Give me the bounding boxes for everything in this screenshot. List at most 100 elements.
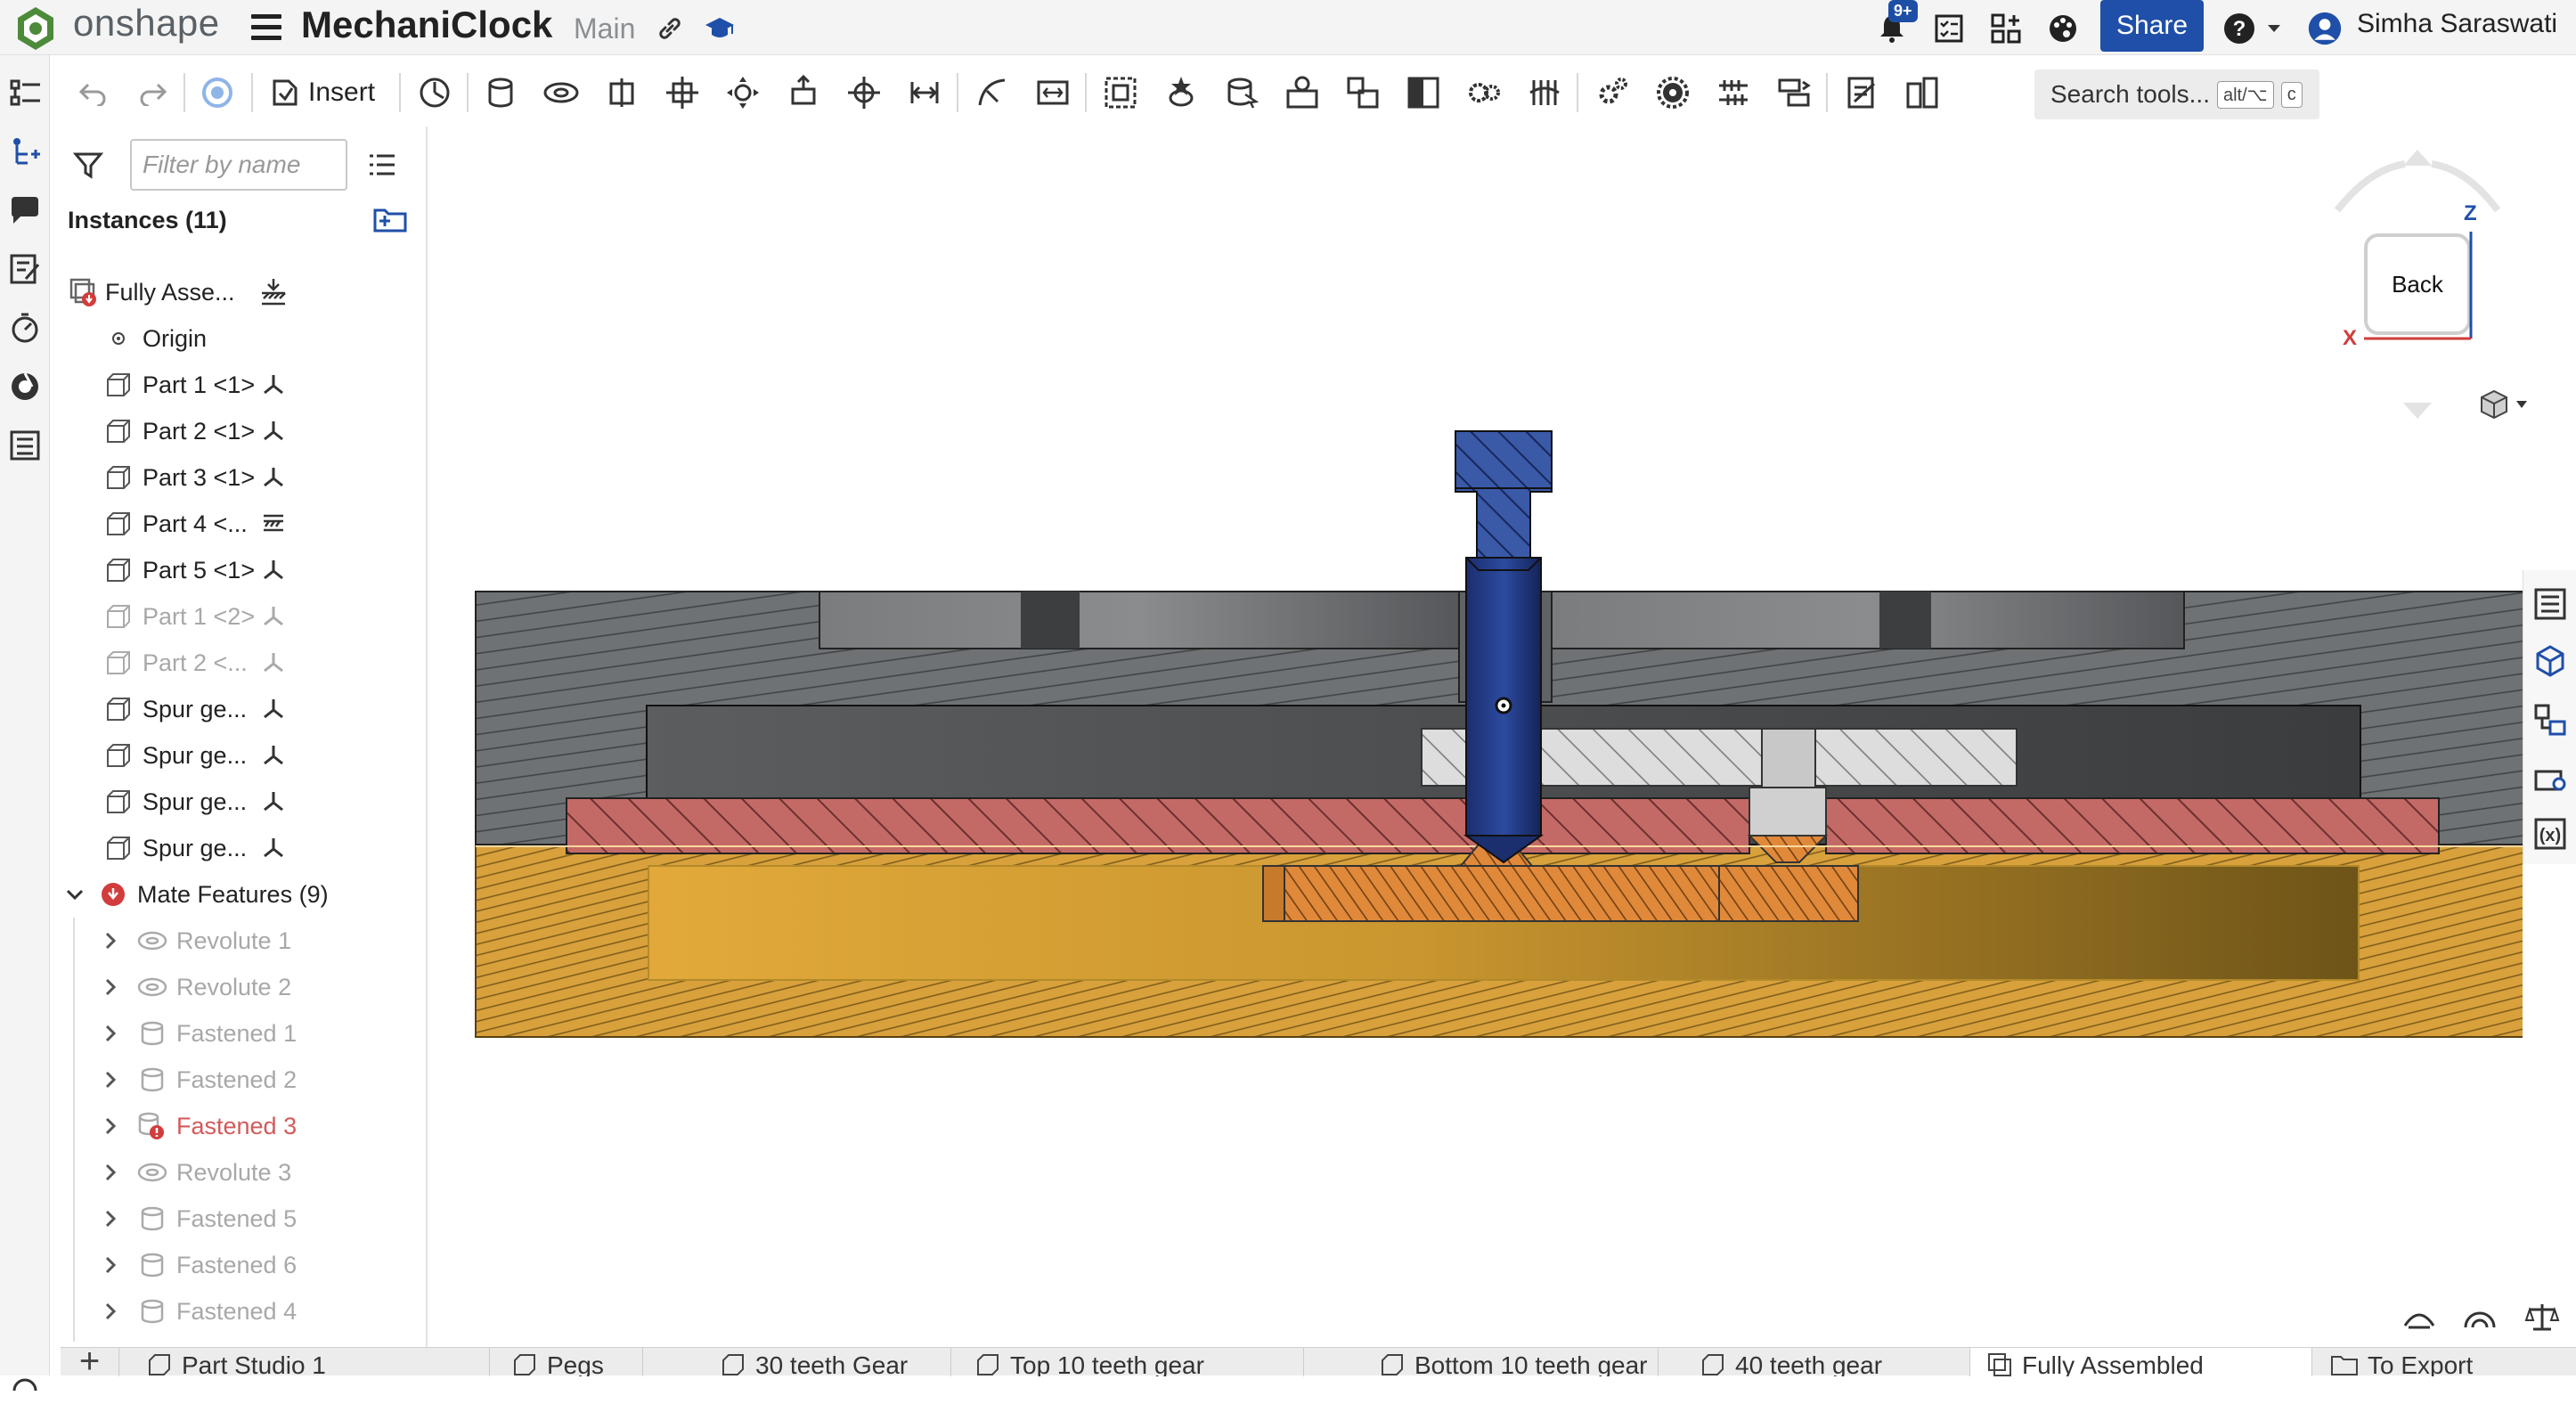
link-icon[interactable] [652,11,688,46]
task-list-icon[interactable] [1931,11,1967,46]
parallel-mate-icon[interactable] [903,71,946,114]
regenerate-icon[interactable] [196,71,239,114]
instance-row-part-hidden[interactable]: Part 1 <2> [61,593,426,640]
mate-row[interactable]: Fastened 6 [61,1242,426,1288]
insert-button[interactable]: Insert [271,69,375,116]
fastened-mate-icon[interactable] [479,71,522,114]
list-view-icon[interactable] [367,150,397,180]
instance-row-part[interactable]: Part 5 <1> [61,547,426,593]
cylindrical-mate-icon[interactable] [721,71,764,114]
instance-row-spur-gear[interactable]: Spur ge... [61,686,426,732]
instance-row-part-hidden[interactable]: Part 2 <... [61,640,426,686]
appearance-palette-icon[interactable] [2045,11,2081,46]
instance-row-part[interactable]: Part 1 <1> [61,362,426,408]
planar-mate-icon[interactable] [661,71,704,114]
document-title[interactable]: MechaniClock [301,4,552,46]
assembly-section-view[interactable] [428,125,2523,1349]
filter-by-name-input[interactable]: Filter by name [130,139,347,191]
fixed-ground-icon[interactable] [258,509,289,539]
balance-scale-icon[interactable] [2524,1301,2560,1333]
hamburger-menu-icon[interactable] [251,14,281,41]
share-button[interactable]: Share [2100,0,2204,52]
user-avatar[interactable] [2307,11,2343,46]
red-gear-section-right[interactable] [1825,797,2440,854]
filter-funnel-icon[interactable] [72,150,104,180]
mate-row-error[interactable]: Fastened 3 [61,1103,426,1149]
replicate-icon[interactable] [1160,71,1202,114]
select-part-icon[interactable] [1220,71,1263,114]
render-studio-icon[interactable] [5,367,45,406]
chevron-right-icon[interactable] [100,1254,121,1276]
ball-mate-icon[interactable] [843,71,885,114]
instance-row-spur-gear[interactable]: Spur ge... [61,825,426,871]
branch-name[interactable]: Main [574,12,635,45]
mate-row[interactable]: Revolute 3 [61,1149,426,1196]
feature-list-icon[interactable] [5,73,45,112]
chevron-right-icon[interactable] [100,1301,121,1322]
instance-row-part[interactable]: Part 2 <1> [61,408,426,454]
mate-connector-triad-icon[interactable] [258,648,289,678]
animation-timer-icon[interactable] [5,308,45,347]
instance-row-part[interactable]: Part 4 <... [61,501,426,547]
mate-connector-icon[interactable] [413,71,456,114]
mate-connector-triad-icon[interactable] [258,833,289,863]
measure-icon[interactable] [2401,1301,2437,1333]
mate-connector-triad-icon[interactable] [258,462,289,493]
chevron-right-icon[interactable] [100,1115,121,1137]
instance-list-icon[interactable] [5,132,45,171]
mate-connector-triad-icon[interactable] [258,555,289,585]
chevron-right-icon[interactable] [100,1069,121,1090]
mate-row[interactable]: Fastened 2 [61,1057,426,1103]
blue-shaft-cap[interactable] [1455,430,1553,489]
search-tools-input[interactable]: Search tools... alt/⌥ c [2034,69,2319,119]
mate-connector-triad-icon[interactable] [258,787,289,817]
gear-relation-icon[interactable] [1463,71,1505,114]
tab-pegs[interactable]: Pegs [447,1348,643,1376]
tab-part-studio-1[interactable]: Part Studio 1 [146,1348,490,1376]
rail-bottom-icon[interactable] [5,1365,45,1404]
explode-view-icon[interactable] [1341,71,1384,114]
revolute-mate-icon[interactable] [540,71,583,114]
onshape-logo-icon[interactable] [14,5,57,52]
instance-row-subassembly[interactable]: Fully Asse... [61,269,426,315]
tab-30-teeth-gear[interactable]: 30 teeth Gear [643,1348,951,1376]
tab-top-10-teeth-gear[interactable]: Top 10 teeth gear [951,1348,1304,1376]
named-views-icon[interactable] [2532,759,2568,795]
housing-groove-left[interactable] [819,591,1460,649]
create-folder-icon[interactable] [372,203,408,233]
app-store-grid-icon[interactable] [1988,11,2024,46]
configuration-panel-icon[interactable] [2532,702,2568,738]
mate-row[interactable]: Fastened 1 [61,1010,426,1057]
mate-connector-triad-icon[interactable] [258,601,289,632]
mass-properties-icon[interactable] [2462,1301,2498,1333]
slider-mate-icon[interactable] [600,71,643,114]
fixed-ground-icon[interactable] [258,277,289,307]
chevron-right-icon[interactable] [100,1208,121,1229]
rack-pinion-icon[interactable] [1523,71,1566,114]
section-view-icon[interactable] [1402,71,1445,114]
housing-groove-right[interactable] [1551,591,2185,649]
user-name[interactable]: Simha Saraswati [2357,9,2557,39]
group-icon[interactable] [1099,71,1142,114]
chevron-right-icon[interactable] [100,1162,121,1183]
notes-icon[interactable] [5,249,45,289]
chevron-right-icon[interactable] [100,930,121,951]
blue-shaft-body[interactable] [1465,557,1542,837]
redo-icon[interactable] [132,71,175,114]
appearance-panel-icon[interactable] [2532,643,2568,679]
tangent-mate-icon[interactable] [971,71,1014,114]
orange-gear-section-right[interactable] [1718,865,1859,922]
mate-connector-triad-icon[interactable] [258,416,289,446]
insert-configured-icon[interactable] [1281,71,1324,114]
mate-features-header[interactable]: Mate Features (9) [61,871,426,918]
chevron-down-icon[interactable] [64,884,86,905]
mate-connector-triad-icon[interactable] [258,740,289,771]
instance-row-spur-gear[interactable]: Spur ge... [61,779,426,825]
screw-relation-icon[interactable] [1651,71,1694,114]
help-dropdown-chevron-icon[interactable] [2262,11,2286,46]
linear-relation-icon[interactable] [1712,71,1755,114]
pin-slot-mate-icon[interactable] [782,71,825,114]
instance-row-origin[interactable]: Origin [61,315,426,362]
chevron-right-icon[interactable] [100,1023,121,1044]
undo-icon[interactable] [71,71,114,114]
